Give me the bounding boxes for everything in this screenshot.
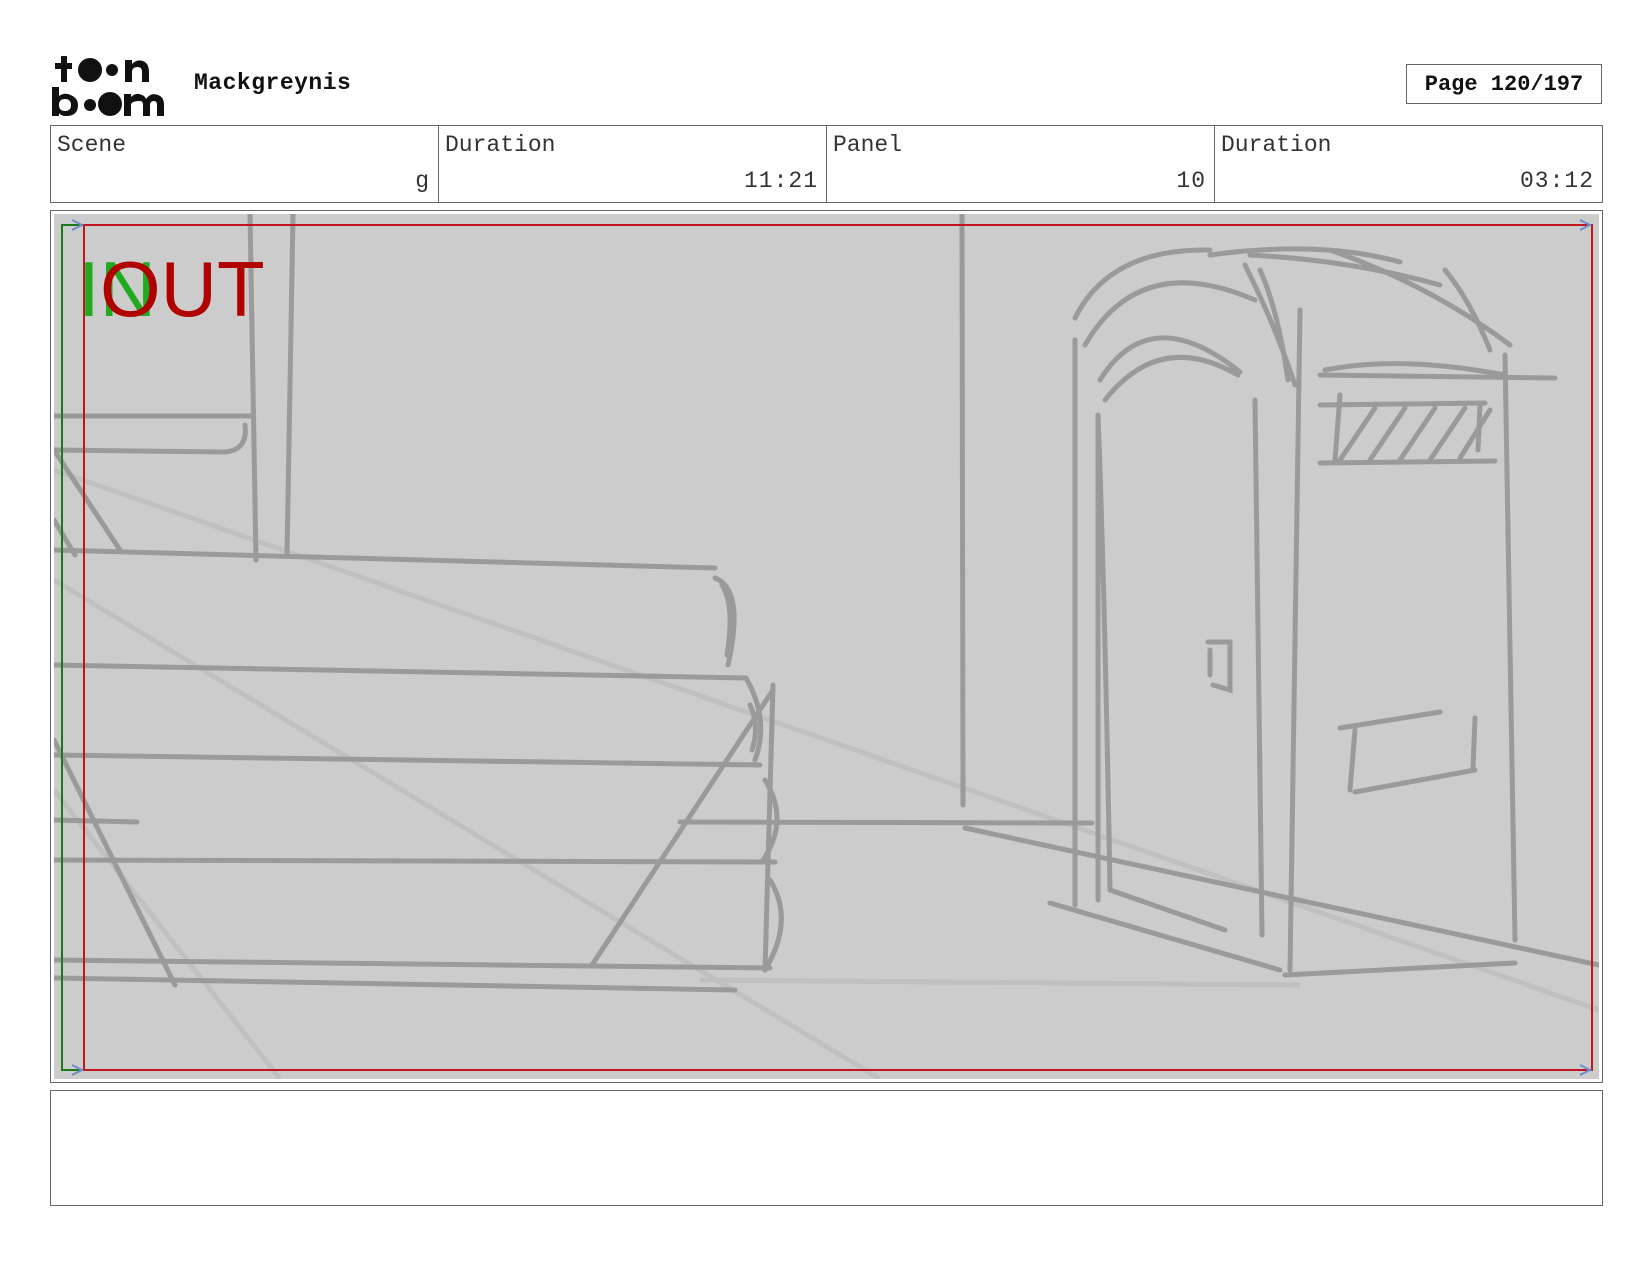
scene-cell: Scene g [51, 126, 439, 202]
toon-boom-logo [52, 56, 164, 116]
panel-duration-label: Duration [1221, 132, 1332, 158]
scene-duration-cell: Duration 11:21 [439, 126, 827, 202]
panel-notes-box [50, 1090, 1603, 1206]
panel-label: Panel [833, 132, 903, 158]
scene-duration-value: 11:21 [743, 168, 818, 194]
out-marker: OUT [100, 245, 265, 333]
scene-info-table: Scene g Duration 11:21 Panel 10 Duration… [50, 125, 1603, 203]
page-number: Page 120/197 [1406, 64, 1602, 104]
panel-duration-cell: Duration 03:12 [1215, 126, 1602, 202]
panel-duration-value: 03:12 [1519, 168, 1594, 194]
panel-value: 10 [1176, 168, 1206, 194]
project-title: Mackgreynis [194, 70, 352, 96]
scene-label: Scene [57, 132, 127, 158]
storyboard-panel-sketch: IN OUT [54, 214, 1599, 1079]
panel-background [54, 214, 1599, 1079]
scene-duration-label: Duration [445, 132, 556, 158]
panel-cell: Panel 10 [827, 126, 1215, 202]
scene-value: g [415, 168, 430, 194]
